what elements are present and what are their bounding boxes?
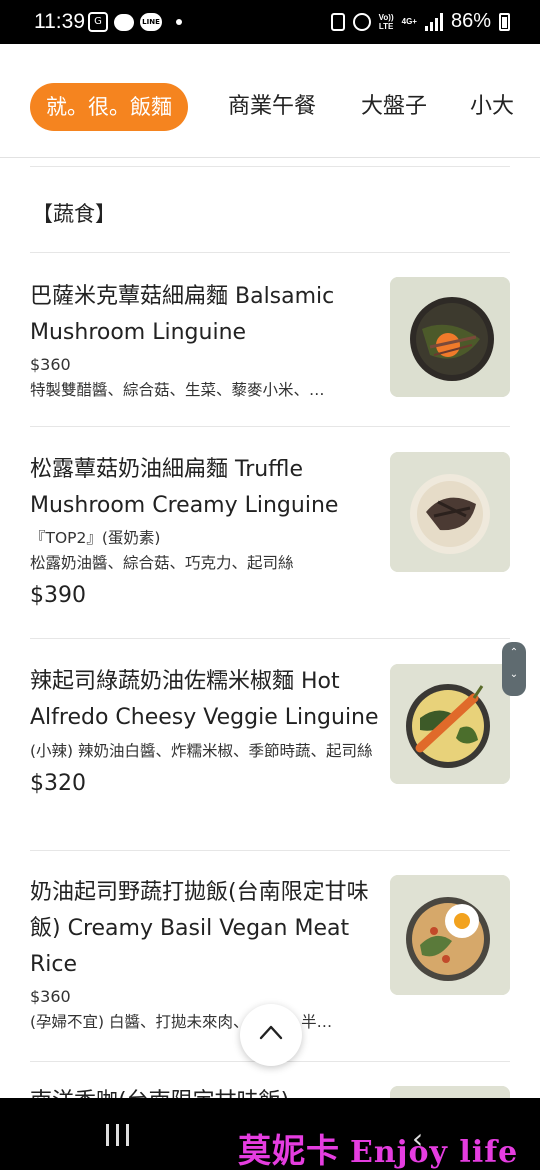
lock-icon: [330, 12, 345, 31]
item-photo: [390, 452, 510, 572]
back-to-top-button[interactable]: [240, 1004, 302, 1066]
dot-icon: [176, 19, 182, 25]
item-photo: [390, 875, 510, 995]
item-name: 奶油起司野蔬打拋飯(台南限定甘味飯) Creamy Basil Vegan Me…: [30, 880, 369, 977]
item-photo: [390, 664, 510, 784]
chevron-up-icon: [259, 1025, 283, 1040]
scroll-down-icon: ⌄: [509, 669, 519, 680]
item-photo: [390, 1086, 510, 1098]
item-description: 特製雙醋醬、綜合菇、生菜、藜麥小米、…: [30, 381, 325, 399]
menu-item[interactable]: 松露蕈菇奶油細扁麵 Truffle Mushroom Creamy Lingui…: [30, 452, 510, 612]
tab-small[interactable]: 小大: [470, 83, 514, 131]
line-icon: LINE: [140, 13, 162, 31]
tab-big-plate[interactable]: 大盤子: [361, 83, 427, 131]
recent-apps-icon[interactable]: [106, 1124, 132, 1146]
divider: [30, 166, 510, 167]
menu-item[interactable]: 辣起司綠蔬奶油佐糯米椒麵 Hot Alfredo Cheesy Veggie L…: [30, 664, 510, 834]
chat-bubble-icon: [114, 13, 134, 31]
tab-business-lunch[interactable]: 商業午餐: [228, 83, 316, 131]
notification-icons: G LINE: [88, 12, 182, 32]
system-icons: Vo)) LTE 4G+ 86%: [330, 10, 510, 33]
divider: [30, 252, 510, 253]
menu-item[interactable]: 南洋香咖(台南限定甘味飯): [30, 1084, 510, 1098]
item-name: 南洋香咖(台南限定甘味飯): [30, 1084, 380, 1098]
watermark-en: Enjoy life: [350, 1135, 519, 1170]
gmail-icon: G: [88, 12, 108, 32]
alarm-icon: [352, 12, 371, 31]
fast-scroll-handle[interactable]: ⌃ ⌄: [502, 642, 526, 696]
item-description: (小辣) 辣奶油白醬、炸糯米椒、季節時蔬、起司絲: [30, 742, 373, 760]
status-bar: 11:39 G LINE Vo)) LTE 4G+ 86%: [0, 0, 540, 44]
tab-noodles-rice[interactable]: 就。很。飯麵: [30, 83, 188, 131]
network-type-icon: 4G+: [401, 17, 417, 26]
item-name: 辣起司綠蔬奶油佐糯米椒麵 Hot Alfredo Cheesy Veggie L…: [30, 669, 379, 730]
item-name: 松露蕈菇奶油細扁麵 Truffle Mushroom Creamy Lingui…: [30, 457, 339, 518]
battery-percent: 86%: [450, 10, 491, 32]
divider: [30, 426, 510, 427]
divider: [30, 638, 510, 639]
item-description: 松露奶油醬、綜合菇、巧克力、起司絲: [30, 554, 294, 572]
item-price: $390: [30, 583, 86, 608]
section-title: 【蔬食】: [32, 202, 116, 226]
item-photo: [390, 277, 510, 397]
category-tabs: 就。很。飯麵 商業午餐 大盤子 小大: [0, 44, 540, 158]
divider: [30, 850, 510, 851]
watermark-cn: 莫妮卡: [238, 1131, 340, 1170]
battery-icon: [499, 12, 510, 31]
item-description: (孕婦不宜) 白醬、打拋未來肉、堅果)、半…: [30, 1013, 333, 1031]
watermark: 莫妮卡 Enjoy life: [238, 1124, 518, 1170]
menu-list: 【蔬食】 巴薩米克蕈菇細扁麵 Balsamic Mushroom Linguin…: [0, 158, 540, 1098]
volte-icon: Vo)) LTE: [378, 12, 394, 31]
menu-item[interactable]: 巴薩米克蕈菇細扁麵 Balsamic Mushroom Linguine $36…: [30, 277, 510, 399]
scroll-up-icon: ⌃: [509, 647, 519, 658]
status-time: 11:39: [34, 10, 85, 33]
signal-icon: [424, 12, 443, 31]
item-name: 巴薩米克蕈菇細扁麵 Balsamic Mushroom Linguine: [30, 284, 335, 345]
